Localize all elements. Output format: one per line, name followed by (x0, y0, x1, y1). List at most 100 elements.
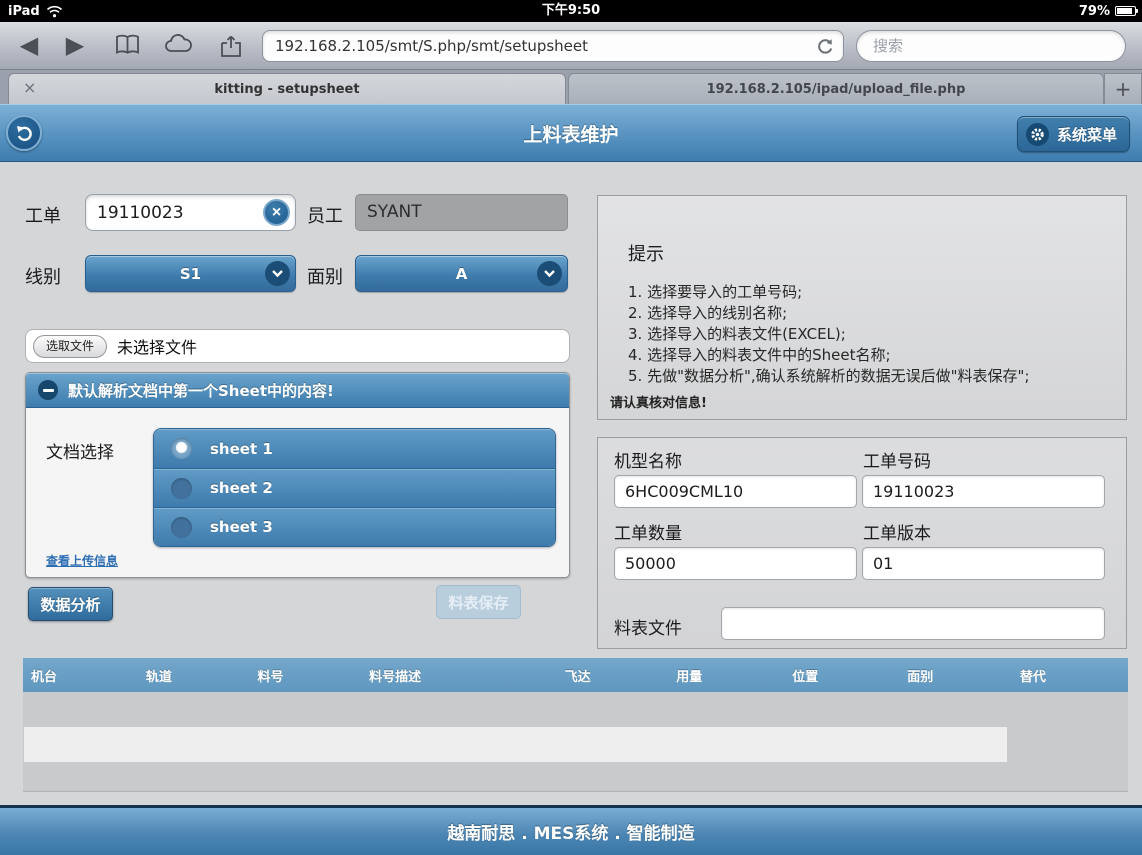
save-sheet-button[interactable]: 料表保存 (436, 585, 521, 619)
order-qty-input[interactable] (625, 549, 848, 578)
file-picker: 选取文件 未选择文件 (25, 329, 570, 363)
choose-file-button[interactable]: 选取文件 (33, 335, 107, 358)
battery-percent: 79% (1079, 4, 1110, 19)
tab-label: kitting - setupsheet (214, 82, 359, 97)
footer-text: 越南耐思 . MES系统 . 智能制造 (447, 819, 694, 844)
employee-label: 员工 (307, 202, 343, 228)
order-qty-field[interactable] (614, 547, 857, 580)
order-number-field[interactable] (862, 475, 1105, 508)
system-menu-label: 系统菜单 (1057, 124, 1117, 145)
icloud-tabs-icon[interactable] (164, 34, 193, 58)
sheet-panel-body: 文档选择 sheet 1 sheet 2 sheet 3 查看上传信息 (26, 408, 569, 577)
radio-selected-icon[interactable] (171, 438, 192, 459)
hint-item: 1. 选择要导入的工单号码; (628, 282, 1030, 303)
file-status-text: 未选择文件 (117, 334, 197, 358)
column-header: 面别 (899, 666, 1012, 685)
clock: 下午9:50 (0, 0, 1142, 22)
url-input[interactable] (275, 31, 805, 61)
column-header: 用量 (668, 666, 784, 685)
line-label: 线别 (25, 263, 61, 289)
new-tab-button[interactable]: + (1104, 73, 1142, 104)
clear-icon[interactable]: × (263, 199, 290, 226)
parts-table-body (23, 692, 1128, 792)
work-order-input[interactable] (97, 196, 257, 229)
hint-item: 2. 选择导入的线别名称; (628, 303, 1030, 324)
sheet-panel: 默认解析文档中第一个Sheet中的内容! 文档选择 sheet 1 sheet … (25, 372, 570, 578)
back-nav-button[interactable]: ◀ (14, 31, 44, 61)
tab-upload-file[interactable]: 192.168.2.105/ipad/upload_file.php (568, 73, 1104, 104)
side-select-value: A (456, 265, 468, 283)
status-bar: iPad 下午9:50 79% (0, 0, 1142, 22)
column-header: 位置 (784, 666, 899, 685)
sheet-panel-header[interactable]: 默认解析文档中第一个Sheet中的内容! (26, 373, 569, 408)
column-header: 机台 (23, 666, 138, 685)
line-select-value: S1 (180, 265, 201, 283)
work-order-label: 工单 (25, 202, 61, 228)
hints-list: 1. 选择要导入的工单号码; 2. 选择导入的线别名称; 3. 选择导入的料表文… (628, 282, 1030, 387)
doc-select-label: 文档选择 (46, 438, 114, 463)
side-select[interactable]: A (355, 255, 568, 292)
tab-close-icon[interactable]: × (23, 78, 36, 97)
radio-icon[interactable] (171, 478, 192, 499)
hint-item: 3. 选择导入的料表文件(EXCEL); (628, 324, 1030, 345)
sheet-option-label: sheet 3 (210, 518, 273, 536)
sheet-option-1[interactable]: sheet 1 (154, 429, 555, 468)
radio-icon[interactable] (171, 517, 192, 538)
order-details-box: 机型名称 工单号码 工单数量 工单版本 料表文件 (597, 437, 1127, 649)
employee-field: SYANT (355, 194, 568, 231)
sheet-file-label: 料表文件 (614, 614, 682, 639)
data-analyze-button[interactable]: 数据分析 (28, 587, 113, 621)
search-bar[interactable] (856, 30, 1126, 62)
search-input[interactable] (873, 32, 1113, 60)
browser-toolbar: ◀ ▶ (0, 22, 1142, 70)
sheet-option-label: sheet 1 (210, 440, 273, 458)
tab-kitting-setupsheet[interactable]: × kitting - setupsheet (8, 73, 566, 104)
sheet-panel-title: 默认解析文档中第一个Sheet中的内容! (68, 380, 334, 401)
hint-item: 4. 选择导入的料表文件中的Sheet名称; (628, 345, 1030, 366)
sheet-file-input[interactable] (732, 609, 1096, 638)
system-menu-button[interactable]: 系统菜单 (1017, 116, 1130, 152)
address-bar[interactable] (262, 30, 844, 62)
hint-item: 5. 先做"数据分析",确认系统解析的数据无误后做"料表保存"; (628, 366, 1030, 387)
hints-note: 请认真核对信息! (610, 392, 707, 411)
parts-table-header: 机台 轨道 料号 料号描述 飞达 用量 位置 面别 替代 (23, 658, 1128, 692)
bookmarks-icon[interactable] (114, 34, 141, 59)
collapse-icon[interactable] (38, 380, 58, 400)
order-qty-label: 工单数量 (614, 519, 682, 544)
page-title: 上料表维护 (0, 105, 1142, 161)
chevron-down-icon (537, 261, 562, 286)
app-header: 上料表维护 系统菜单 (0, 104, 1142, 162)
ipad-safari-screen: iPad 下午9:50 79% ◀ ▶ (0, 0, 1142, 855)
sheet-option-2[interactable]: sheet 2 (154, 468, 555, 507)
gear-icon (1026, 123, 1049, 146)
order-version-field[interactable] (862, 547, 1105, 580)
forward-nav-button[interactable]: ▶ (60, 31, 90, 61)
model-name-label: 机型名称 (614, 447, 682, 472)
column-header: 飞达 (557, 666, 669, 685)
order-number-input[interactable] (873, 477, 1096, 506)
chevron-down-icon (265, 261, 290, 286)
order-version-label: 工单版本 (863, 519, 931, 544)
model-name-input[interactable] (625, 477, 848, 506)
sheet-option-3[interactable]: sheet 3 (154, 507, 555, 546)
side-label: 面别 (307, 263, 343, 289)
tab-bar: × kitting - setupsheet 192.168.2.105/ipa… (0, 70, 1142, 104)
column-header: 轨道 (138, 666, 250, 685)
refresh-icon[interactable] (815, 36, 835, 56)
line-select[interactable]: S1 (85, 255, 296, 292)
work-order-field[interactable]: × (85, 194, 296, 231)
sheet-list: sheet 1 sheet 2 sheet 3 (153, 428, 556, 547)
share-icon[interactable] (218, 34, 244, 62)
column-header: 料号描述 (361, 666, 557, 685)
view-upload-info-link[interactable]: 查看上传信息 (46, 552, 118, 569)
column-header: 料号 (250, 666, 362, 685)
model-name-field[interactable] (614, 475, 857, 508)
table-row (24, 727, 1007, 762)
order-number-label: 工单号码 (863, 447, 931, 472)
column-header: 替代 (1012, 666, 1128, 685)
sheet-option-label: sheet 2 (210, 479, 273, 497)
order-version-input[interactable] (873, 549, 1096, 578)
app-footer: 越南耐思 . MES系统 . 智能制造 (0, 805, 1142, 855)
hints-box: 提示 1. 选择要导入的工单号码; 2. 选择导入的线别名称; 3. 选择导入的… (597, 195, 1127, 420)
sheet-file-field[interactable] (721, 607, 1105, 640)
